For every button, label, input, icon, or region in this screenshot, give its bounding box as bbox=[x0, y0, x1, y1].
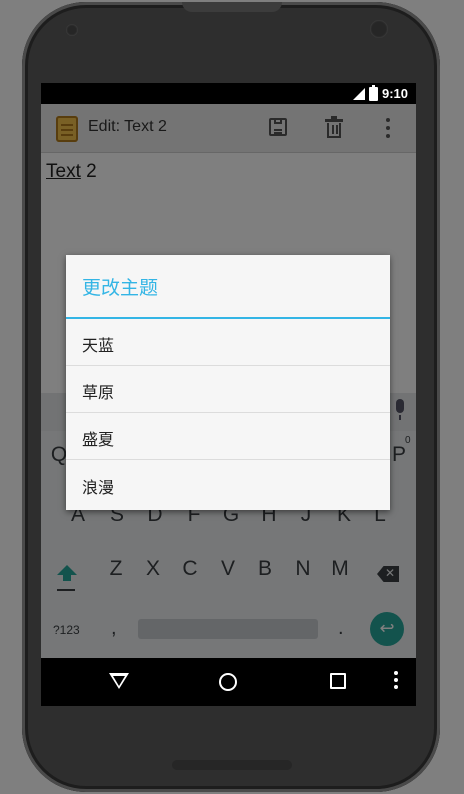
home-icon[interactable] bbox=[219, 673, 237, 691]
theme-option[interactable]: 盛夏 bbox=[66, 413, 390, 460]
theme-option[interactable]: 浪漫 bbox=[66, 461, 390, 508]
back-icon[interactable] bbox=[109, 673, 129, 689]
status-time: 9:10 bbox=[381, 86, 408, 101]
proximity-sensor bbox=[370, 20, 388, 38]
menu-dots-icon[interactable] bbox=[394, 671, 398, 675]
theme-option-label: 草原 bbox=[82, 383, 115, 402]
status-bar: 9:10 bbox=[41, 83, 416, 104]
front-camera bbox=[66, 24, 78, 36]
device-screen: 9:10 Edit: Text 2 Text 2 Q P 0 ASDFGHJKL… bbox=[41, 83, 416, 706]
recents-icon[interactable] bbox=[330, 673, 346, 689]
theme-option-label: 浪漫 bbox=[82, 478, 115, 497]
theme-option-label: 天蓝 bbox=[82, 336, 115, 355]
change-theme-dialog: 更改主题 天蓝 草原 盛夏 浪漫 bbox=[66, 255, 390, 510]
navigation-bar bbox=[41, 658, 416, 706]
theme-option-label: 盛夏 bbox=[82, 430, 115, 449]
bottom-speaker bbox=[172, 760, 292, 770]
theme-option[interactable]: 草原 bbox=[66, 366, 390, 413]
dialog-title: 更改主题 bbox=[82, 277, 159, 299]
theme-option[interactable]: 天蓝 bbox=[66, 319, 390, 366]
signal-icon bbox=[353, 88, 365, 100]
battery-icon bbox=[369, 85, 378, 101]
